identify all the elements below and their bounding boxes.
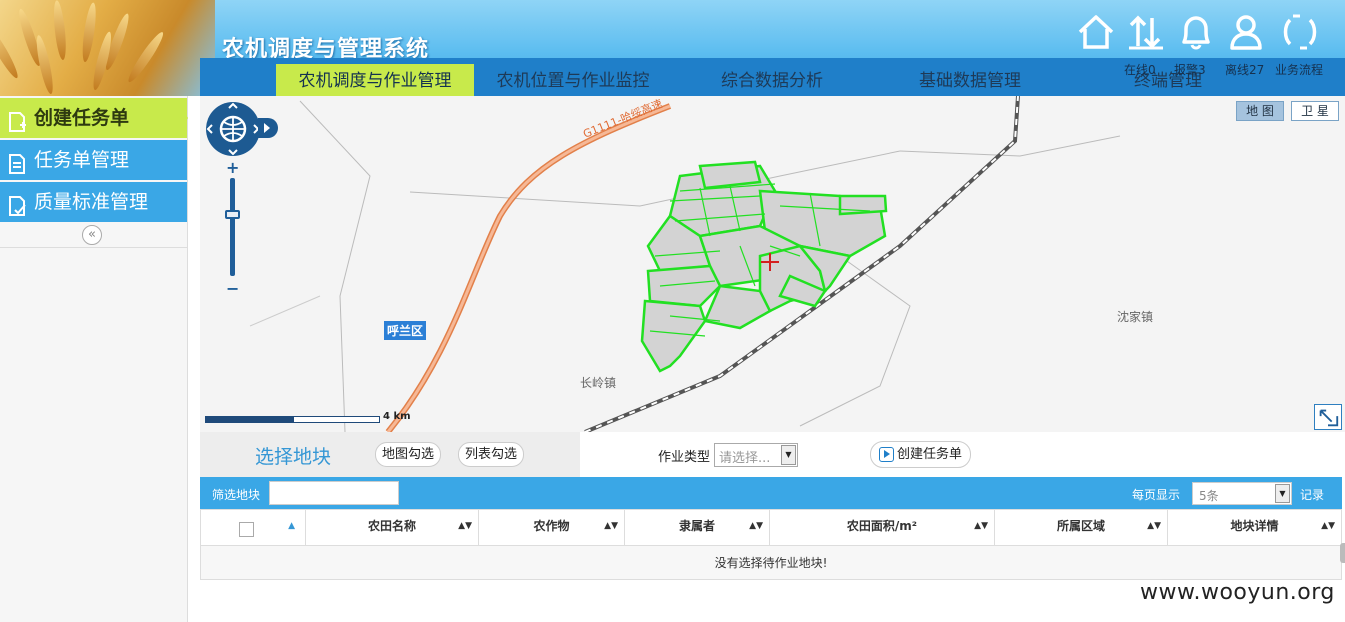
map-view[interactable]: G1111-哈绥高速 + − 地 图 卫 星 呼兰区 长岭镇 沈家镇 4 km xyxy=(200,96,1345,432)
tab-basic-data[interactable]: 基础数据管理 xyxy=(900,64,1040,96)
column-area[interactable]: 农田面积/m² ▲▼ xyxy=(770,510,995,545)
tab-dispatch[interactable]: 农机调度与作业管理 xyxy=(276,64,474,96)
sort-icon: ▲▼ xyxy=(1147,521,1161,531)
sort-icon: ▲▼ xyxy=(1321,521,1335,531)
wheat-banner-image xyxy=(0,0,215,96)
map-select-button[interactable]: 地图勾选 xyxy=(375,442,442,467)
play-icon xyxy=(879,447,894,462)
record-label: 记录 xyxy=(1300,488,1325,502)
sort-icon: ▲▼ xyxy=(458,521,472,531)
field-polygons xyxy=(640,160,888,373)
scale-text: 4 km xyxy=(383,411,411,422)
zoom-in-button[interactable]: + xyxy=(226,158,239,177)
map-type-satellite-button[interactable]: 卫 星 xyxy=(1291,101,1339,121)
collapse-sidebar-button[interactable]: « xyxy=(82,225,102,245)
side-scroll-handle[interactable] xyxy=(1340,543,1345,563)
pan-control[interactable] xyxy=(205,101,261,157)
select-title: 选择地块 xyxy=(255,446,332,468)
offline-count[interactable]: 离线27 xyxy=(1225,61,1264,78)
zoom-slider-track[interactable] xyxy=(230,178,235,276)
filter-input[interactable] xyxy=(269,481,399,505)
table-header: ▲ 农田名称 ▲▼ 农作物 ▲▼ 隶属者 ▲▼ 农田面积/m² ▲▼ 所属区域 … xyxy=(200,509,1342,546)
user-icon[interactable] xyxy=(1226,12,1266,52)
select-all-checkbox[interactable] xyxy=(239,522,254,537)
scale-bar xyxy=(205,416,380,423)
filter-label: 筛选地块 xyxy=(212,488,261,502)
per-page-value: 5条 xyxy=(1199,489,1219,503)
sidebar-item-quality[interactable]: 质量标准管理 xyxy=(0,182,187,222)
sidebar-item-create-task[interactable]: 创建任务单 xyxy=(0,98,188,138)
map-canvas: G1111-哈绥高速 xyxy=(249,96,1121,432)
header: 农机调度与管理系统 农机调度与作业管理 农机位置与作业监控 综合数据分析 基础数… xyxy=(0,0,1345,96)
column-label: 地块详情 xyxy=(1230,519,1279,533)
op-type-placeholder: 请选择... xyxy=(719,451,771,466)
list-doc-icon xyxy=(6,149,28,174)
column-label: 隶属者 xyxy=(678,519,715,533)
tab-monitor[interactable]: 农机位置与作业监控 xyxy=(480,64,666,96)
district-label: 呼兰区 xyxy=(384,321,427,340)
task-panel-toolbar: 选择地块 地图勾选 列表勾选 作业类型 请选择... ▼ 创建任务单 xyxy=(200,432,1345,477)
sidebar-item-label: 任务单管理 xyxy=(34,149,130,171)
column-crop[interactable]: 农作物 ▲▼ xyxy=(479,510,625,545)
map-type-map-button[interactable]: 地 图 xyxy=(1236,101,1284,121)
create-task-label: 创建任务单 xyxy=(897,447,963,462)
refresh-icon[interactable] xyxy=(1280,12,1320,52)
sort-icon: ▲ xyxy=(288,521,295,531)
zoom-out-button[interactable]: − xyxy=(226,279,239,298)
create-task-button[interactable]: 创建任务单 xyxy=(870,441,972,468)
pan-expand-button[interactable] xyxy=(258,118,278,138)
select-area: 选择地块 地图勾选 列表勾选 xyxy=(200,432,580,477)
chevron-right-icon xyxy=(264,123,270,133)
sort-icon: ▲▼ xyxy=(604,521,618,531)
town-label: 长岭镇 xyxy=(580,376,617,390)
op-type-select[interactable]: 请选择... ▼ xyxy=(714,443,798,467)
sidebar-item-task-manage[interactable]: 任务单管理 xyxy=(0,140,187,180)
sidebar-item-label: 创建任务单 xyxy=(34,107,130,129)
bell-icon[interactable] xyxy=(1176,12,1216,52)
list-select-button[interactable]: 列表勾选 xyxy=(458,442,525,467)
column-label: 所属区域 xyxy=(1056,519,1105,533)
per-page-select[interactable]: 5条 ▼ xyxy=(1192,482,1292,505)
add-doc-icon xyxy=(6,107,28,132)
sort-icon: ▲▼ xyxy=(974,521,988,531)
workflow-link[interactable]: 业务流程 xyxy=(1275,61,1323,78)
sidebar: 创建任务单 任务单管理 质量标准管理 « xyxy=(0,96,188,622)
chevron-down-icon: ▼ xyxy=(1275,484,1290,503)
watermark: www.wooyun.org xyxy=(1140,580,1335,605)
upload-download-icon[interactable] xyxy=(1126,12,1166,52)
column-region[interactable]: 所属区域 ▲▼ xyxy=(995,510,1168,545)
column-owner[interactable]: 隶属者 ▲▼ xyxy=(625,510,770,545)
home-icon[interactable] xyxy=(1076,12,1116,52)
sort-icon: ▲▼ xyxy=(749,521,763,531)
alarm-count[interactable]: 报警3 xyxy=(1174,61,1206,78)
town-label: 沈家镇 xyxy=(1117,310,1154,324)
table-empty-message: 没有选择待作业地块! xyxy=(200,546,1342,580)
filter-bar: 筛选地块 每页显示 5条 ▼ 记录 xyxy=(200,477,1342,509)
sidebar-item-label: 质量标准管理 xyxy=(34,191,149,213)
column-field-name[interactable]: 农田名称 ▲▼ xyxy=(306,510,479,545)
online-count[interactable]: 在线0 xyxy=(1124,61,1156,78)
tab-analysis[interactable]: 综合数据分析 xyxy=(700,64,844,96)
overview-map-toggle[interactable] xyxy=(1314,404,1342,430)
column-label: 农田面积/m² xyxy=(846,519,918,533)
column-label: 农作物 xyxy=(533,519,570,533)
op-type-label: 作业类型 xyxy=(658,450,711,465)
column-label: 农田名称 xyxy=(367,519,416,533)
check-doc-icon xyxy=(6,191,28,216)
select-all-column[interactable]: ▲ xyxy=(201,510,306,545)
highway-label: G1111-哈绥高速 xyxy=(581,96,665,141)
chevron-down-icon: ▼ xyxy=(781,445,796,465)
per-page-label: 每页显示 xyxy=(1132,488,1181,502)
column-detail[interactable]: 地块详情 ▲▼ xyxy=(1168,510,1341,545)
active-arrow xyxy=(176,100,188,136)
zoom-slider-handle[interactable] xyxy=(225,210,240,219)
